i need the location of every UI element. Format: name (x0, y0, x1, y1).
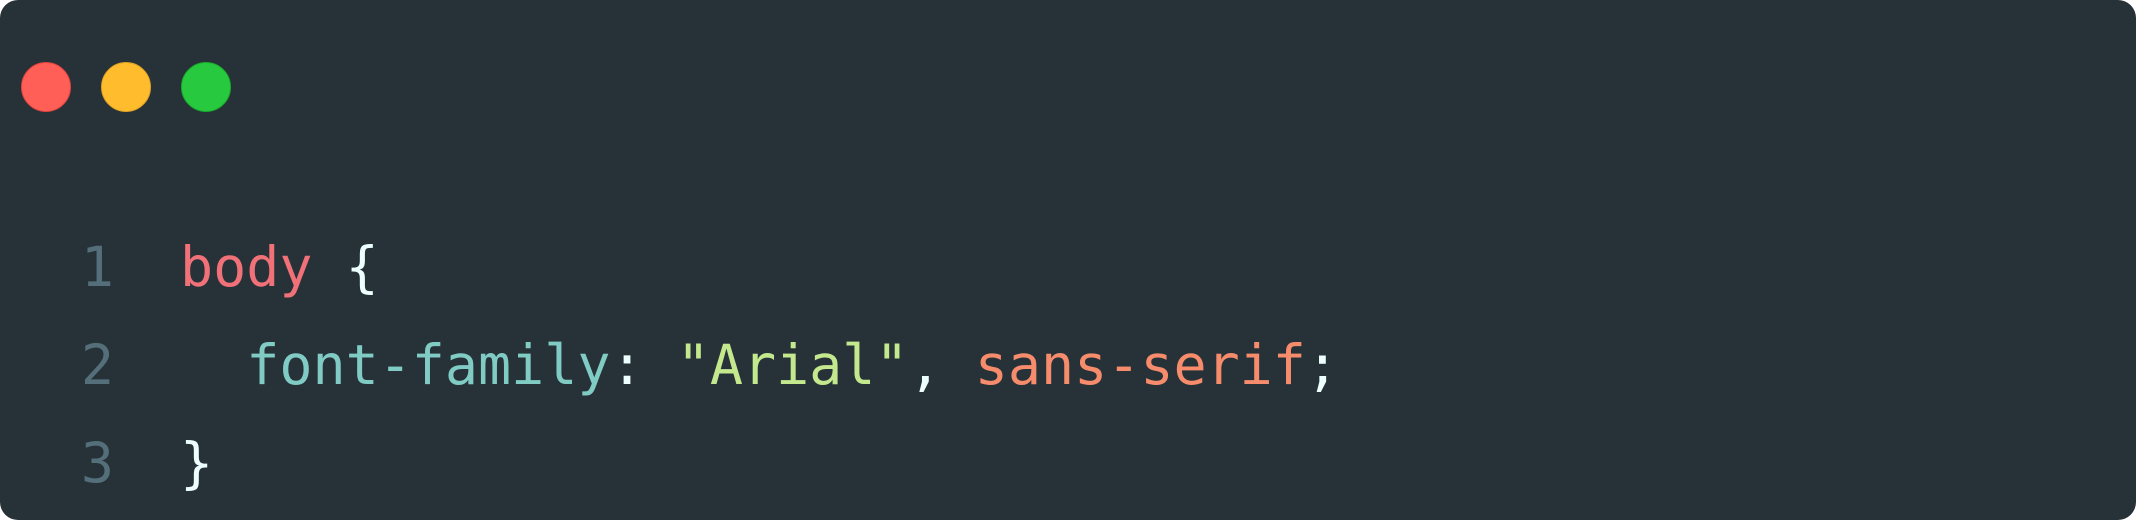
code-token: } (180, 431, 214, 495)
code-token: : (610, 333, 644, 397)
code-token: ; (1305, 333, 1340, 397)
maximize-button[interactable] (181, 62, 231, 112)
code-block: 1 body {2 font-family: "Arial", sans-seri… (0, 218, 1339, 512)
close-button[interactable] (21, 62, 71, 112)
minimize-button[interactable] (101, 62, 151, 112)
code-token: "Arial" (676, 333, 909, 397)
code-window: 1 body {2 font-family: "Arial", sans-seri… (0, 0, 2136, 520)
code-line: 2 font-family: "Arial", sans-serif; (0, 316, 1339, 414)
code-token: body (180, 235, 313, 299)
code-line: 1 body { (0, 218, 1339, 316)
line-number: 3 (80, 431, 114, 495)
code-line: 3} (0, 414, 1339, 512)
line-number: 2 (80, 333, 114, 397)
code-token: , (908, 333, 942, 397)
code-token: font-family (246, 333, 611, 397)
window-controls (21, 62, 231, 112)
code-token: { (345, 235, 379, 299)
code-line-content: } (180, 414, 213, 512)
code-line-content: body { (180, 218, 379, 316)
code-token: sans-serif (974, 333, 1306, 397)
code-line-content: font-family: "Arial", sans-serif; (180, 316, 1339, 414)
line-number: 1 (80, 235, 114, 299)
